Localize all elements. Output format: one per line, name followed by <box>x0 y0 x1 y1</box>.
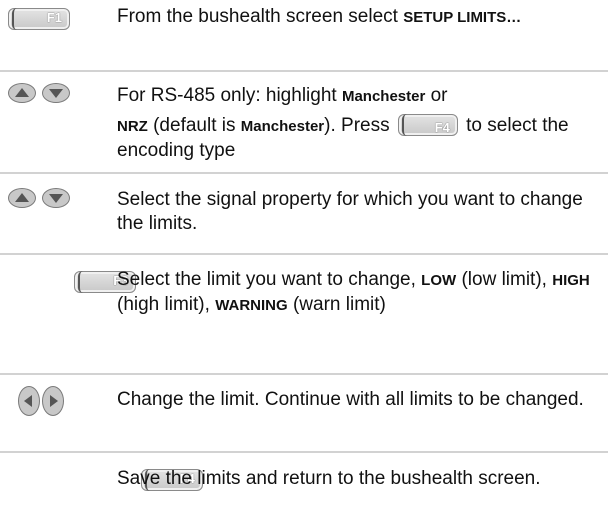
row-divider <box>0 451 608 453</box>
row-divider <box>0 253 608 255</box>
row-divider <box>0 373 608 375</box>
f4-key-icon: F4 <box>397 114 458 136</box>
down-arrow-icon <box>42 83 70 103</box>
row-divider <box>0 70 608 72</box>
step-6-text: Save the limits and return to the bushea… <box>117 468 541 489</box>
row-divider <box>0 172 608 174</box>
right-arrow-icon <box>42 386 64 416</box>
up-down-arrow-keys-icon <box>8 83 104 105</box>
step-1-text: From the bushealth screen select SETUP L… <box>117 6 522 27</box>
left-right-arrow-keys-icon <box>18 386 78 418</box>
down-arrow-icon <box>42 188 70 208</box>
up-down-arrow-keys-icon <box>8 188 104 210</box>
step-3-text: Select the signal property for which you… <box>117 189 583 234</box>
up-arrow-icon <box>8 188 36 208</box>
step-2-text: For RS-485 only: highlight Manchester or… <box>117 85 569 161</box>
step-4-text: Select the limit you want to change, LOW… <box>117 269 590 315</box>
up-arrow-icon <box>8 83 36 103</box>
instruction-table: F1 From the bushealth screen select SETU… <box>0 0 608 520</box>
f1-key-icon: F1 <box>8 8 70 30</box>
left-arrow-icon <box>18 386 40 416</box>
step-5-text: Change the limit. Continue with all limi… <box>117 389 584 410</box>
